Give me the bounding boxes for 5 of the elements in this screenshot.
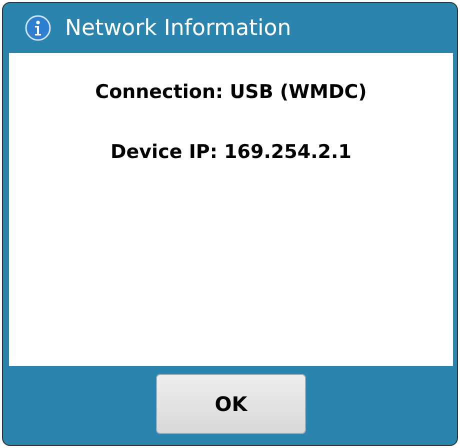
window-title: Network Information (65, 16, 292, 40)
info-text: Device IP: 169.254.2.1 (110, 141, 352, 163)
info-text: Connection: USB (WMDC) (95, 81, 367, 103)
info-icon (25, 15, 51, 41)
ok-button[interactable]: OK (156, 374, 306, 434)
